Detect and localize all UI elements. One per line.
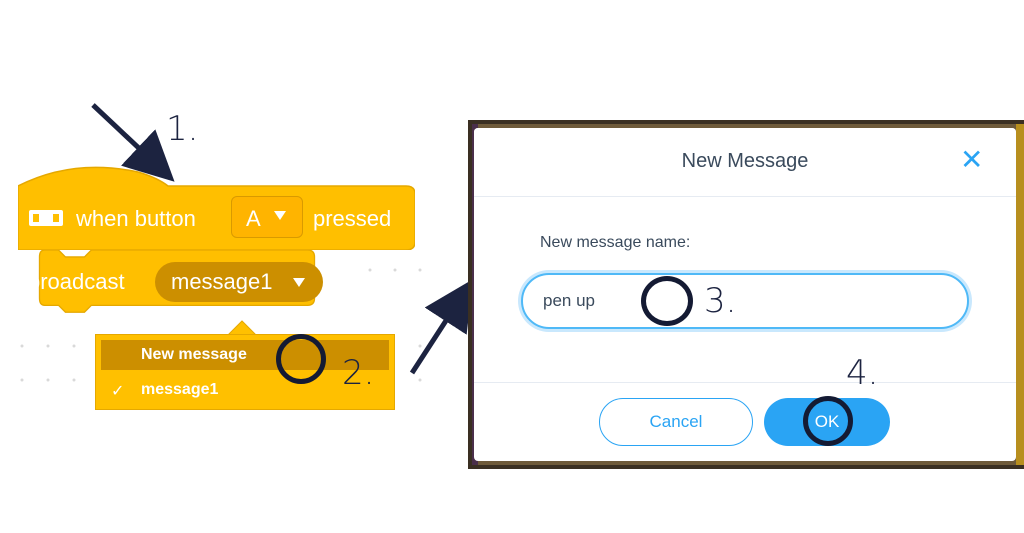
step-number-2: 2. bbox=[342, 353, 375, 393]
message-name-input[interactable] bbox=[521, 273, 969, 329]
message-select-value: message1 bbox=[171, 269, 273, 294]
message-name-label: New message name: bbox=[540, 234, 691, 251]
dialog-header: New Message ✕ bbox=[474, 128, 1016, 197]
button-select-value: A bbox=[246, 206, 261, 231]
step-number-1: 1. bbox=[166, 109, 199, 149]
annotation-ring-4 bbox=[803, 396, 853, 446]
menu-item-message1-label: message1 bbox=[141, 381, 219, 398]
when-button-label: when button bbox=[76, 206, 196, 231]
cancel-button[interactable]: Cancel bbox=[599, 398, 753, 446]
pressed-label: pressed bbox=[313, 206, 392, 231]
button-select-dropdown[interactable]: A bbox=[231, 196, 303, 238]
step-number-4: 4. bbox=[846, 353, 879, 393]
chevron-down-icon bbox=[293, 278, 305, 287]
new-message-dialog: New Message ✕ New message name: Cancel O… bbox=[474, 128, 1016, 461]
menu-item-new-message-label: New message bbox=[141, 346, 247, 363]
check-icon: ✓ bbox=[111, 383, 125, 400]
dialog-footer-divider bbox=[474, 382, 1016, 383]
frame-edge-right bbox=[1016, 124, 1024, 465]
annotation-ring-3 bbox=[641, 276, 693, 326]
chevron-down-icon bbox=[274, 211, 286, 220]
step-number-3: 3. bbox=[704, 281, 737, 321]
arrow-to-hat-block bbox=[91, 103, 175, 182]
message-select-dropdown[interactable]: message1 bbox=[155, 262, 323, 302]
dialog-title: New Message bbox=[681, 150, 809, 172]
gamepad-icon bbox=[28, 208, 64, 228]
close-icon[interactable]: ✕ bbox=[960, 146, 983, 174]
annotation-ring-2 bbox=[276, 334, 326, 384]
broadcast-label: broadcast bbox=[28, 269, 125, 294]
